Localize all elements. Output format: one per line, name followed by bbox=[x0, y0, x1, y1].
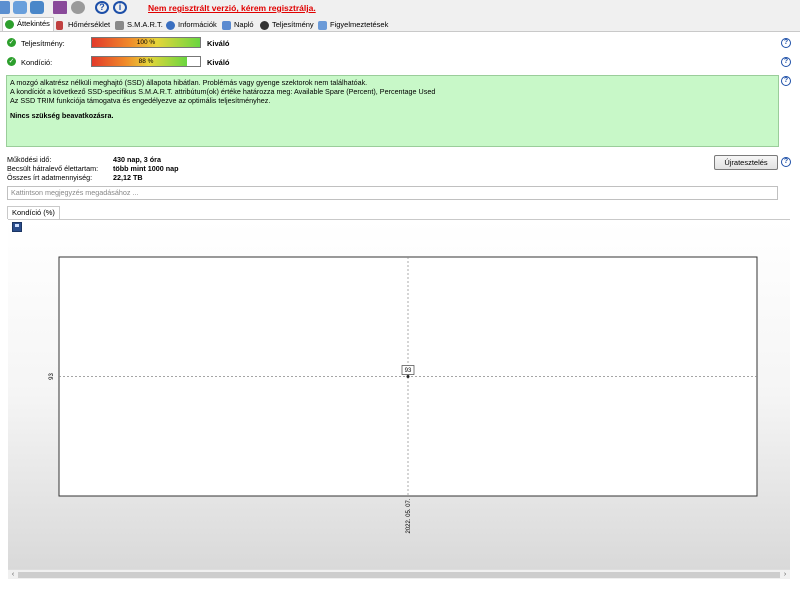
remaining-life-label: Becsült hátralevő élettartam: bbox=[7, 164, 99, 173]
performance-value: 100 % bbox=[136, 39, 156, 46]
performance-bar: 100 % bbox=[91, 37, 201, 48]
condition-bar: 88 % bbox=[91, 56, 201, 67]
tab-log[interactable]: Napló bbox=[219, 18, 258, 31]
refresh-icon[interactable] bbox=[0, 1, 10, 14]
status-message-box: A mozgó alkatrész nélküli meghajtó (SSD)… bbox=[6, 75, 779, 147]
help-icon[interactable]: ? bbox=[781, 157, 791, 167]
performance-rating: Kiváló bbox=[207, 39, 230, 48]
condition-ok-icon: ✓ bbox=[7, 57, 16, 66]
message-line: A kondíciót a következő SSD-specifikus S… bbox=[10, 87, 436, 96]
tab-label: Információk bbox=[178, 20, 217, 29]
condition-label: Kondíció: bbox=[21, 58, 53, 67]
log-icon bbox=[222, 21, 231, 30]
info-icon[interactable]: i bbox=[113, 1, 127, 14]
help-icon[interactable]: ? bbox=[781, 76, 791, 86]
message-conclusion: Nincs szükség beavatkozásra. bbox=[10, 111, 114, 120]
tab-label: Napló bbox=[234, 20, 254, 29]
gauge-icon bbox=[260, 21, 269, 30]
tab-condition-chart[interactable]: Kondíció (%) bbox=[7, 206, 60, 219]
tab-information[interactable]: Információk bbox=[163, 18, 221, 31]
written-data-value: 22,12 TB bbox=[113, 173, 143, 182]
remaining-life-value: több mint 1000 nap bbox=[113, 164, 179, 173]
condition-chart: 93 93 2022. 05. 07. bbox=[49, 256, 758, 534]
help-icon[interactable]: ? bbox=[781, 57, 791, 67]
tab-smart[interactable]: S.M.A.R.T. bbox=[112, 18, 167, 31]
condition-rating: Kiváló bbox=[207, 58, 230, 67]
scroll-left-icon[interactable]: ‹ bbox=[8, 570, 18, 580]
tab-label: S.M.A.R.T. bbox=[127, 20, 163, 29]
retest-button[interactable]: Újratesztelés bbox=[714, 155, 778, 170]
tab-label: Áttekintés bbox=[17, 19, 50, 28]
info-icon bbox=[166, 21, 175, 30]
tab-label: Hőmérséklet bbox=[68, 20, 111, 29]
warnings-icon bbox=[318, 21, 327, 30]
network-icon[interactable] bbox=[30, 1, 44, 14]
x-tick-label: 2022. 05. 07. bbox=[406, 498, 412, 533]
scroll-thumb[interactable] bbox=[18, 572, 780, 578]
help-icon[interactable]: ? bbox=[781, 38, 791, 48]
performance-ok-icon: ✓ bbox=[7, 38, 16, 47]
smart-icon bbox=[115, 21, 124, 30]
settings-icon[interactable] bbox=[71, 1, 85, 14]
help-icon[interactable]: ? bbox=[95, 1, 109, 14]
thermometer-icon bbox=[56, 21, 63, 30]
uptime-label: Működési idő: bbox=[7, 155, 52, 164]
message-line: A mozgó alkatrész nélküli meghajtó (SSD)… bbox=[10, 78, 368, 87]
drive-refresh-icon[interactable] bbox=[13, 1, 27, 14]
scroll-right-icon[interactable]: › bbox=[780, 570, 790, 580]
uptime-value: 430 nap, 3 óra bbox=[113, 155, 161, 164]
performance-label: Teljesítmény: bbox=[21, 39, 65, 48]
tab-overview[interactable]: Áttekintés bbox=[2, 17, 54, 31]
note-input[interactable]: Kattintson megjegyzés megadásához ... bbox=[7, 186, 778, 200]
tab-label: Figyelmeztetések bbox=[330, 20, 389, 29]
tab-label: Teljesítmény bbox=[272, 20, 314, 29]
written-data-label: Összes írt adatmennyiség: bbox=[7, 173, 93, 182]
registration-link[interactable]: Nem regisztrált verzió, kérem regisztrál… bbox=[148, 3, 316, 13]
tab-bar: Áttekintés Hőmérséklet S.M.A.R.T. Inform… bbox=[0, 17, 800, 31]
tab-warnings[interactable]: Figyelmeztetések bbox=[315, 18, 392, 31]
tab-temperature[interactable]: Hőmérséklet bbox=[53, 18, 114, 31]
check-icon bbox=[5, 20, 14, 29]
horizontal-scrollbar[interactable]: ‹ › bbox=[8, 569, 790, 579]
toolbar: ? i Nem regisztrált verzió, kérem regisz… bbox=[0, 0, 800, 17]
message-line: Az SSD TRIM funkciója támogatva és enged… bbox=[10, 96, 271, 105]
y-tick-label: 93 bbox=[49, 373, 55, 380]
condition-value: 88 % bbox=[138, 58, 154, 65]
report-icon[interactable] bbox=[53, 1, 67, 14]
data-label: 93 bbox=[405, 368, 412, 374]
data-point bbox=[406, 375, 410, 378]
tab-performance[interactable]: Teljesítmény bbox=[257, 18, 318, 31]
